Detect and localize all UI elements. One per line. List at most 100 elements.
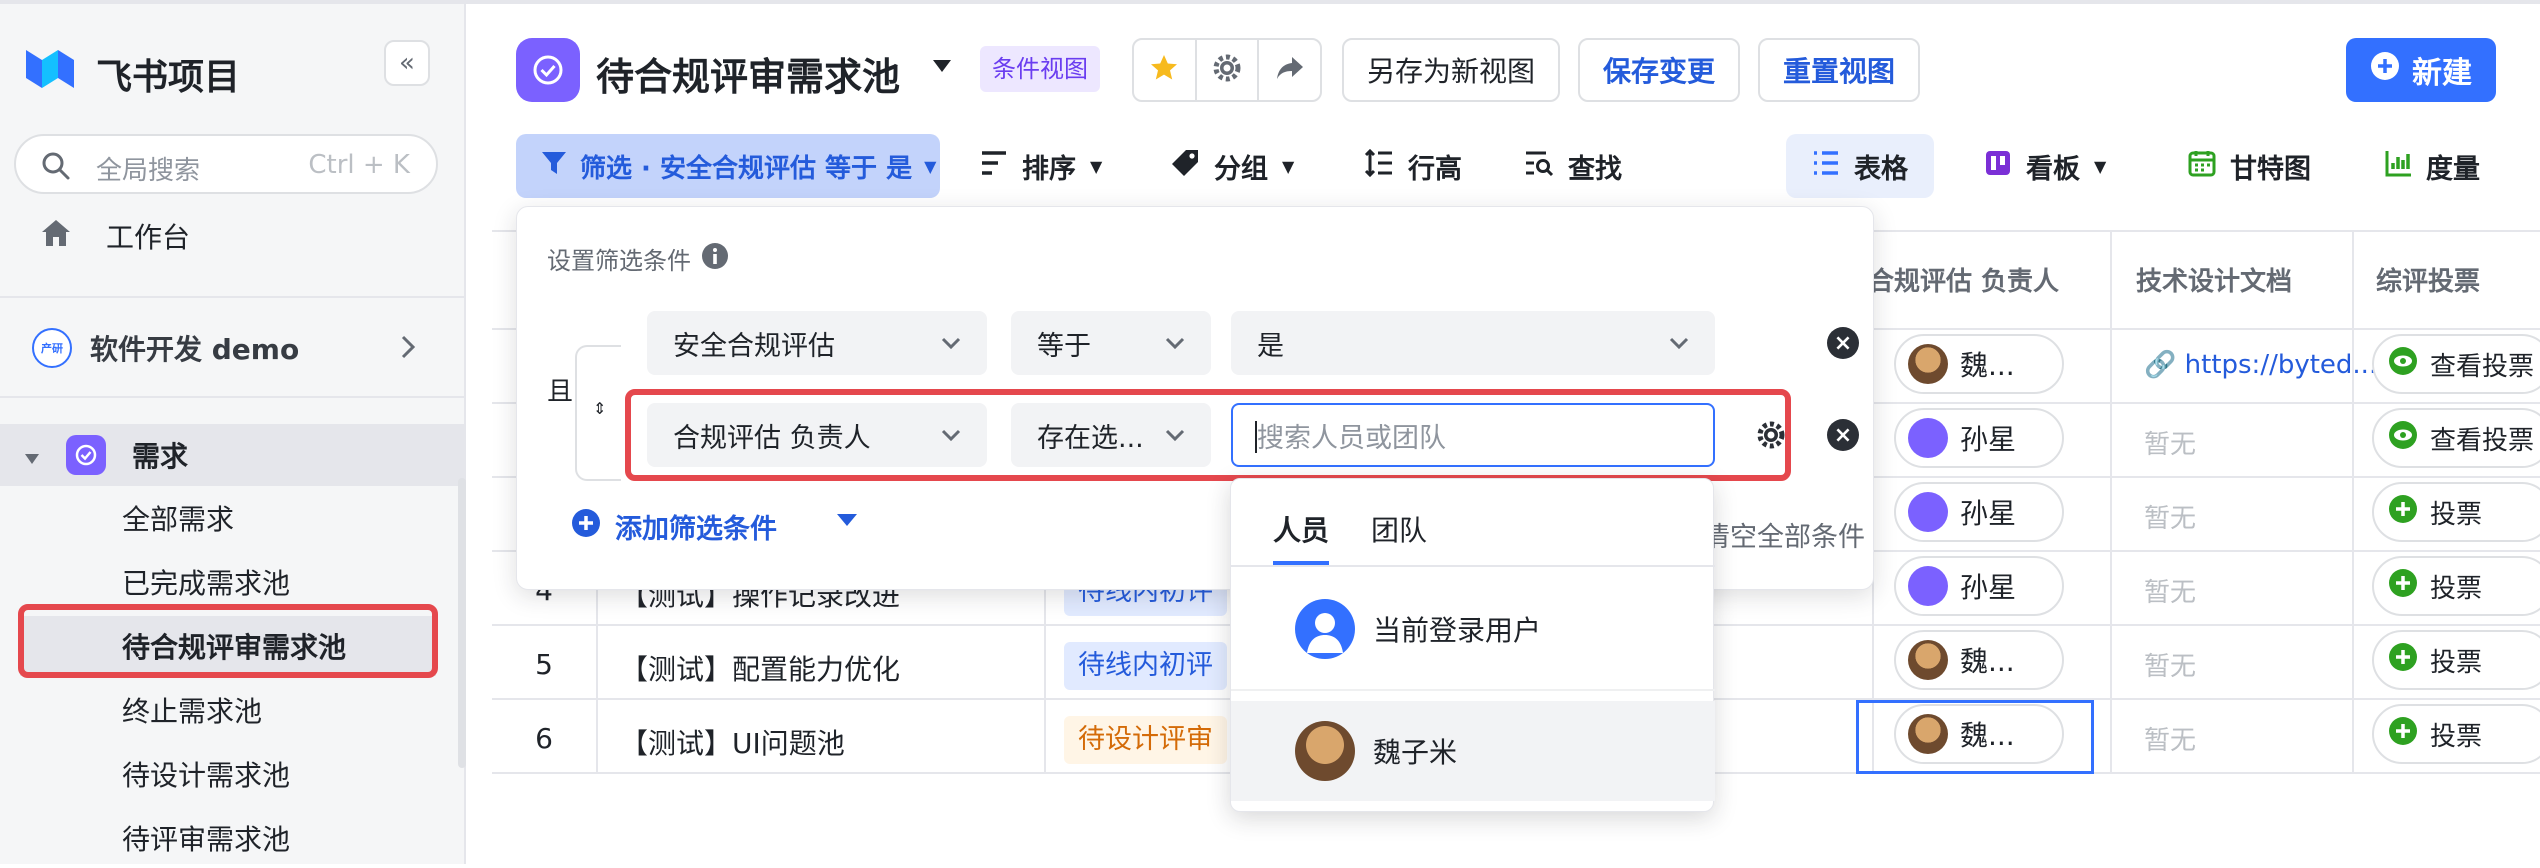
remove-condition-close-icon[interactable]: × [1827,419,1859,451]
status-badge[interactable]: 待线内初评 [1064,642,1227,690]
caret-down-icon: ▼ [2094,156,2107,176]
owner-chip[interactable]: 魏... [1894,334,2064,394]
avatar [1908,418,1948,458]
filter-button[interactable]: 筛选 · 安全合规评估 等于 是 ▼ [516,134,940,198]
column-header-review-vote[interactable]: 综评投票 [2376,230,2480,328]
owner-name: 孙星 [1960,497,2017,530]
sidebar-item-pending-review[interactable]: 待评审需求池 [20,808,436,868]
view-vote-button[interactable]: 查看投票 [2372,408,2540,468]
global-search-input[interactable]: 全局搜索 Ctrl + K [14,134,438,194]
filter-popup-title-text: 设置筛选条件 [547,247,691,275]
clear-all-conditions-button[interactable]: 清空全部条件 [1703,515,1865,554]
owner-chip[interactable]: 孙星 [1894,408,2064,468]
avatar [1295,721,1355,781]
space-badge-icon: 产研 [32,328,72,368]
column-header-tech-doc[interactable]: 技术设计文档 [2136,230,2292,328]
add-filter-caret-down-icon[interactable] [835,511,859,533]
member-option-current-user[interactable]: 当前登录用户 [1231,579,1715,679]
vote-button[interactable]: 投票 [2372,630,2540,690]
group-button[interactable]: 分组 ▼ [1170,134,1294,198]
board-label: 看板 [2026,153,2080,185]
owner-chip[interactable]: 孙星 [1894,556,2064,616]
remove-condition-close-icon[interactable]: × [1827,327,1859,359]
info-icon[interactable] [701,242,729,276]
row-number: 5 [535,648,553,681]
column-header-owner[interactable]: 合规评估 负责人 [1868,230,2059,328]
funnel-icon [540,149,568,184]
metrics-label: 度量 [2426,153,2480,185]
condition-value-select[interactable]: 是 [1231,311,1715,375]
view-switch-caret-icon[interactable] [932,58,952,77]
vote-button[interactable]: 投票 [2372,482,2540,542]
avatar [1908,344,1948,384]
settings-button[interactable] [1197,40,1260,100]
sidebar-scrollbar[interactable] [458,478,466,768]
tech-doc-empty: 暂无 [2144,430,2197,460]
view-board-tab[interactable]: 看板 ▼ [1984,134,2106,198]
row-height-icon [1364,148,1394,184]
find-button[interactable]: 查找 [1524,134,1622,198]
app-name: 飞书项目 [96,57,241,98]
search-icon [40,150,72,186]
caret-down-icon: ▼ [1090,156,1103,176]
caret-down-icon: ▼ [924,156,937,176]
vote-button[interactable]: 投票 [2372,556,2540,616]
tab-people[interactable]: 人员 [1273,509,1329,549]
row-title[interactable]: 【测试】UI问题池 [620,722,845,762]
plus-circle-icon [571,508,601,545]
search-placeholder: 全局搜索 [96,156,201,186]
nav-workbench-label: 工作台 [106,221,191,254]
add-filter-condition-button[interactable]: 添加筛选条件 [571,507,777,546]
link-icon: 🔗 [2144,350,2177,380]
selected-cell[interactable] [1856,700,2094,774]
row-height-label: 行高 [1408,153,1462,185]
status-badge[interactable]: 待设计评审 [1064,716,1227,764]
plus-circle-icon [2388,716,2418,753]
view-gantt-tab[interactable]: 甘特图 [2188,134,2311,198]
sidebar-item-all-requirements[interactable]: 全部需求 [20,488,436,548]
nav-section-requirements[interactable]: 需求 [0,424,466,486]
view-metrics-tab[interactable]: 度量 [2384,134,2480,198]
chevron-down-icon [1161,329,1189,364]
save-changes-button[interactable]: 保存变更 [1578,38,1740,102]
search-shortcut: Ctrl + K [308,150,410,180]
plus-circle-icon [2388,642,2418,679]
row-height-button[interactable]: 行高 [1364,134,1462,198]
chevron-down-icon [1665,329,1693,364]
row-number: 6 [535,722,553,755]
sidebar-item-terminated[interactable]: 终止需求池 [20,680,436,740]
tech-doc-empty: 暂无 [2144,504,2197,534]
save-as-new-view-button[interactable]: 另存为新视图 [1342,38,1560,102]
view-table-tab[interactable]: 表格 [1786,134,1934,198]
owner-chip[interactable]: 孙星 [1894,482,2064,542]
share-button[interactable] [1259,40,1320,100]
avatar [1908,566,1948,606]
sidebar-item-pending-design[interactable]: 待设计需求池 [20,744,436,804]
nav-space[interactable]: 产研 软件开发 demo [0,318,466,378]
favorite-button[interactable] [1134,40,1197,100]
conjunction-toggle[interactable]: ⇕ [575,345,621,481]
sidebar-item-completed[interactable]: 已完成需求池 [20,552,436,612]
new-button[interactable]: 新建 [2346,38,2496,102]
chevron-down-icon [937,329,965,364]
vote-label: 查看投票 [2430,425,2535,456]
nav-workbench[interactable]: 工作台 [0,206,466,266]
view-vote-button[interactable]: 查看投票 [2372,334,2540,394]
tech-doc-empty: 暂无 [2144,726,2197,756]
dropdown-divider [1231,689,1715,691]
gear-icon [1211,52,1243,88]
owner-chip[interactable]: 魏... [1894,630,2064,690]
requirements-icon [66,435,106,475]
owner-name: 孙星 [1960,571,2017,604]
collapse-sidebar-button[interactable]: « [384,40,430,86]
row-title[interactable]: 【测试】配置能力优化 [620,648,900,688]
condition-operator-select[interactable]: 等于 [1011,311,1211,375]
tab-teams[interactable]: 团队 [1371,509,1427,549]
condition-field-select[interactable]: 安全合规评估 [647,311,987,375]
member-option-user[interactable]: 魏子米 [1231,701,1715,801]
reset-view-button[interactable]: 重置视图 [1758,38,1920,102]
column-divider [2110,230,2112,774]
tech-doc-link[interactable]: 🔗 https://byted... [2144,350,2377,380]
sort-button[interactable]: 排序 ▼ [980,134,1102,198]
vote-button[interactable]: 投票 [2372,704,2540,764]
